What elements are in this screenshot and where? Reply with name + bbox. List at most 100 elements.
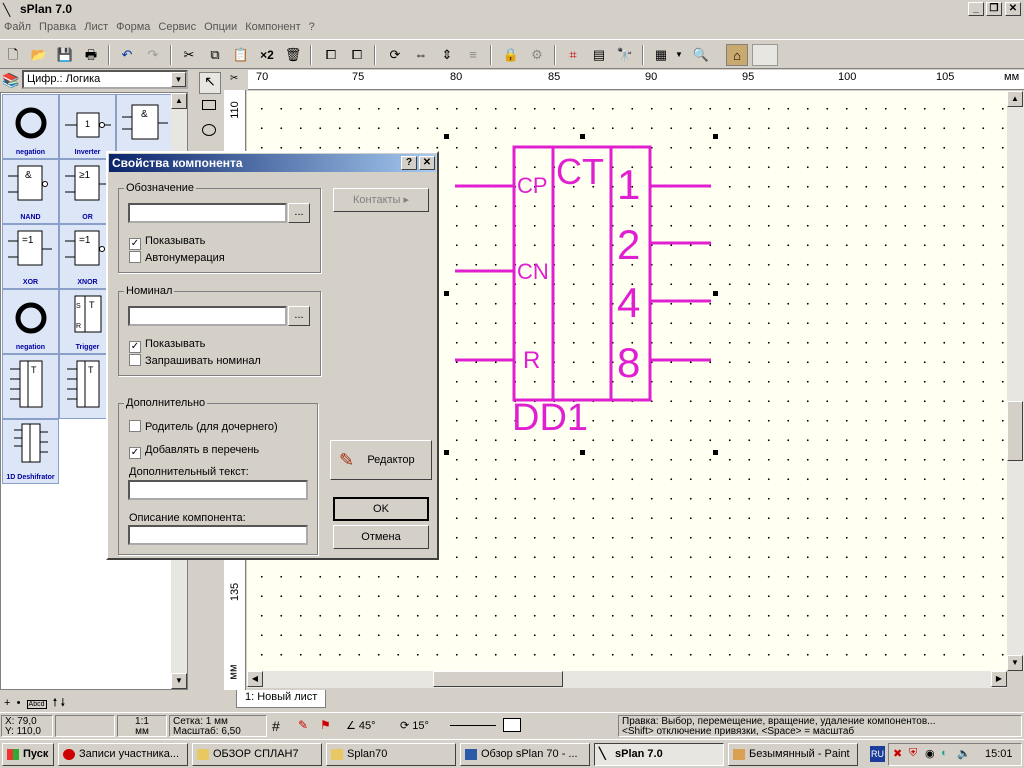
auto-numbering-checkbox[interactable]: Автонумерация [129,251,225,264]
ok-button[interactable]: OK [333,497,429,521]
designation-input[interactable] [128,203,287,223]
language-indicator[interactable]: RU [870,746,885,762]
bring-front-icon[interactable]: ⧠ [320,44,342,66]
angle1-control[interactable]: ∠ 45° [346,719,376,732]
print-icon[interactable]: 🖶 [80,44,102,66]
parent-checkbox[interactable]: Родитель (для дочернего) [129,420,278,433]
library-item-counter-a[interactable]: T [2,354,59,419]
line-width-sample[interactable] [450,725,496,726]
dialog-help-button[interactable]: ? [401,156,417,170]
menu-file[interactable]: Файл [0,19,35,35]
designation-browse-button[interactable]: ... [288,203,310,223]
angle2-control[interactable]: ⟳ 15° [400,719,429,732]
start-button[interactable]: Пуск [2,743,54,766]
chevron-down-icon[interactable]: ▼ [171,72,186,87]
rename-icon[interactable]: Abcd [26,700,47,709]
shield-icon[interactable]: ⛨ [909,747,917,760]
move-up-icon[interactable]: 🠕 [53,697,58,709]
menu-form[interactable]: Форма [112,19,154,35]
designation-show-checkbox[interactable]: ✓ Показывать [129,235,205,250]
mirror-v-icon[interactable]: ⇕ [436,44,458,66]
scroll-thumb[interactable] [1007,401,1023,461]
grid-dropdown-icon[interactable]: ▼ [672,44,686,66]
minimize-button[interactable]: _ [968,2,984,16]
menu-service[interactable]: Сервис [154,19,200,35]
rotate-icon[interactable]: ⟳ [384,44,406,66]
maximize-button[interactable]: ❐ [986,2,1002,16]
new-file-icon[interactable]: 🗋 [2,44,24,66]
tab-sheet-1[interactable]: 1: Новый лист [236,690,327,708]
scroll-left-icon[interactable]: ◀ [247,671,263,687]
nominal-browse-button[interactable]: ... [288,306,310,326]
menu-component[interactable]: Компонент [241,19,304,35]
grid-icon[interactable]: ▦ [650,44,672,66]
add-to-list-checkbox[interactable]: ✓ Добавлять в перечень [129,444,259,459]
library-item-negation-2[interactable]: negation [2,289,59,354]
library-item-xor[interactable]: =1 XOR [2,224,59,289]
task-item-active[interactable]: ╲ sPlan 7.0 [594,743,724,766]
search-icon[interactable]: 🔭 [614,44,636,66]
paste-icon[interactable]: 📋 [230,44,252,66]
empty-tool-slot[interactable] [752,44,778,66]
lock-icon[interactable]: 🔒 [500,44,522,66]
fill-color-swatch[interactable] [503,718,521,732]
task-item[interactable]: Безымянный - Paint [728,743,858,766]
dialog-close-button[interactable]: ✕ [419,156,435,170]
delete-icon[interactable]: 🗑 [282,44,304,66]
library-item-inverter[interactable]: 1 Inverter [59,94,116,159]
task-item[interactable]: Записи участника... [58,743,188,766]
open-folder-icon[interactable]: 📂 [28,44,50,66]
volume-icon[interactable]: 🔈 [957,747,971,760]
scroll-up-icon[interactable]: ▲ [171,93,187,109]
zoom-icon[interactable]: 🔍 [690,44,712,66]
mirror-h-icon[interactable]: ⇔ [410,44,432,66]
menu-sheet[interactable]: Лист [80,19,112,35]
grid-toggle-icon[interactable]: # [272,718,280,734]
undo-icon[interactable]: ↶ [116,44,138,66]
copy-icon[interactable]: ⧉ [204,44,226,66]
rectangle-tool-icon[interactable] [202,100,216,110]
duplicate-button[interactable]: ×2 [256,44,278,66]
update-icon[interactable]: ◐ [941,747,948,759]
component-tool-icon[interactable]: ⌂ [726,44,748,66]
library-item-nand[interactable]: & NAND [2,159,59,224]
cut-icon[interactable]: ✂ [178,44,200,66]
ask-nominal-checkbox[interactable]: Запрашивать номинал [129,354,261,367]
menu-help[interactable]: ? [305,19,319,35]
remove-icon[interactable]: • [17,697,21,709]
description-input[interactable] [128,525,308,545]
nominal-input[interactable] [128,306,287,326]
move-down-icon[interactable]: 🠗 [60,697,65,709]
send-back-icon[interactable]: ⧠ [346,44,368,66]
network-icon[interactable]: ◉ [925,747,935,760]
library-item-negation[interactable]: negation [2,94,59,159]
scroll-down-icon[interactable]: ▼ [1007,655,1023,671]
cancel-button[interactable]: Отмена [333,525,429,549]
scroll-up-icon[interactable]: ▲ [1007,91,1023,107]
scroll-down-icon[interactable]: ▼ [171,673,187,689]
redo-icon[interactable]: ↷ [142,44,164,66]
canvas-hscroll[interactable]: ◀ ▶ [247,671,1007,688]
canvas-vscroll[interactable]: ▲ ▼ [1007,91,1024,671]
task-item[interactable]: ОБЗОР СПЛАН7 [192,743,322,766]
snap-icon[interactable]: ⌗ [562,44,584,66]
menu-options[interactable]: Опции [200,19,241,35]
add-icon[interactable]: + [4,697,10,709]
snap-toggle-icon[interactable]: ✎ [298,718,308,732]
parts-list-icon[interactable]: ▤ [588,44,610,66]
library-item-and[interactable]: & [116,94,173,159]
pointer-tool-icon[interactable]: ↖ [199,72,221,94]
extra-text-input[interactable] [128,480,308,500]
group-icon[interactable]: ⚙ [526,44,548,66]
align-icon[interactable]: ≡ [462,44,484,66]
scroll-right-icon[interactable]: ▶ [991,671,1007,687]
marker-icon[interactable]: ⚑ [320,718,331,732]
library-item-1d-deshifrator[interactable]: 1D Deshifrator [2,419,59,484]
scroll-thumb[interactable] [433,671,563,687]
library-select[interactable]: Цифр.: Логика ▼ [22,70,188,89]
ellipse-tool-icon[interactable] [202,124,216,136]
save-icon[interactable]: 💾 [54,44,76,66]
antivirus-icon[interactable]: ✖ [893,747,902,760]
nominal-show-checkbox[interactable]: ✓ Показывать [129,338,205,353]
contacts-button[interactable]: Контакты ▸ [333,188,429,212]
